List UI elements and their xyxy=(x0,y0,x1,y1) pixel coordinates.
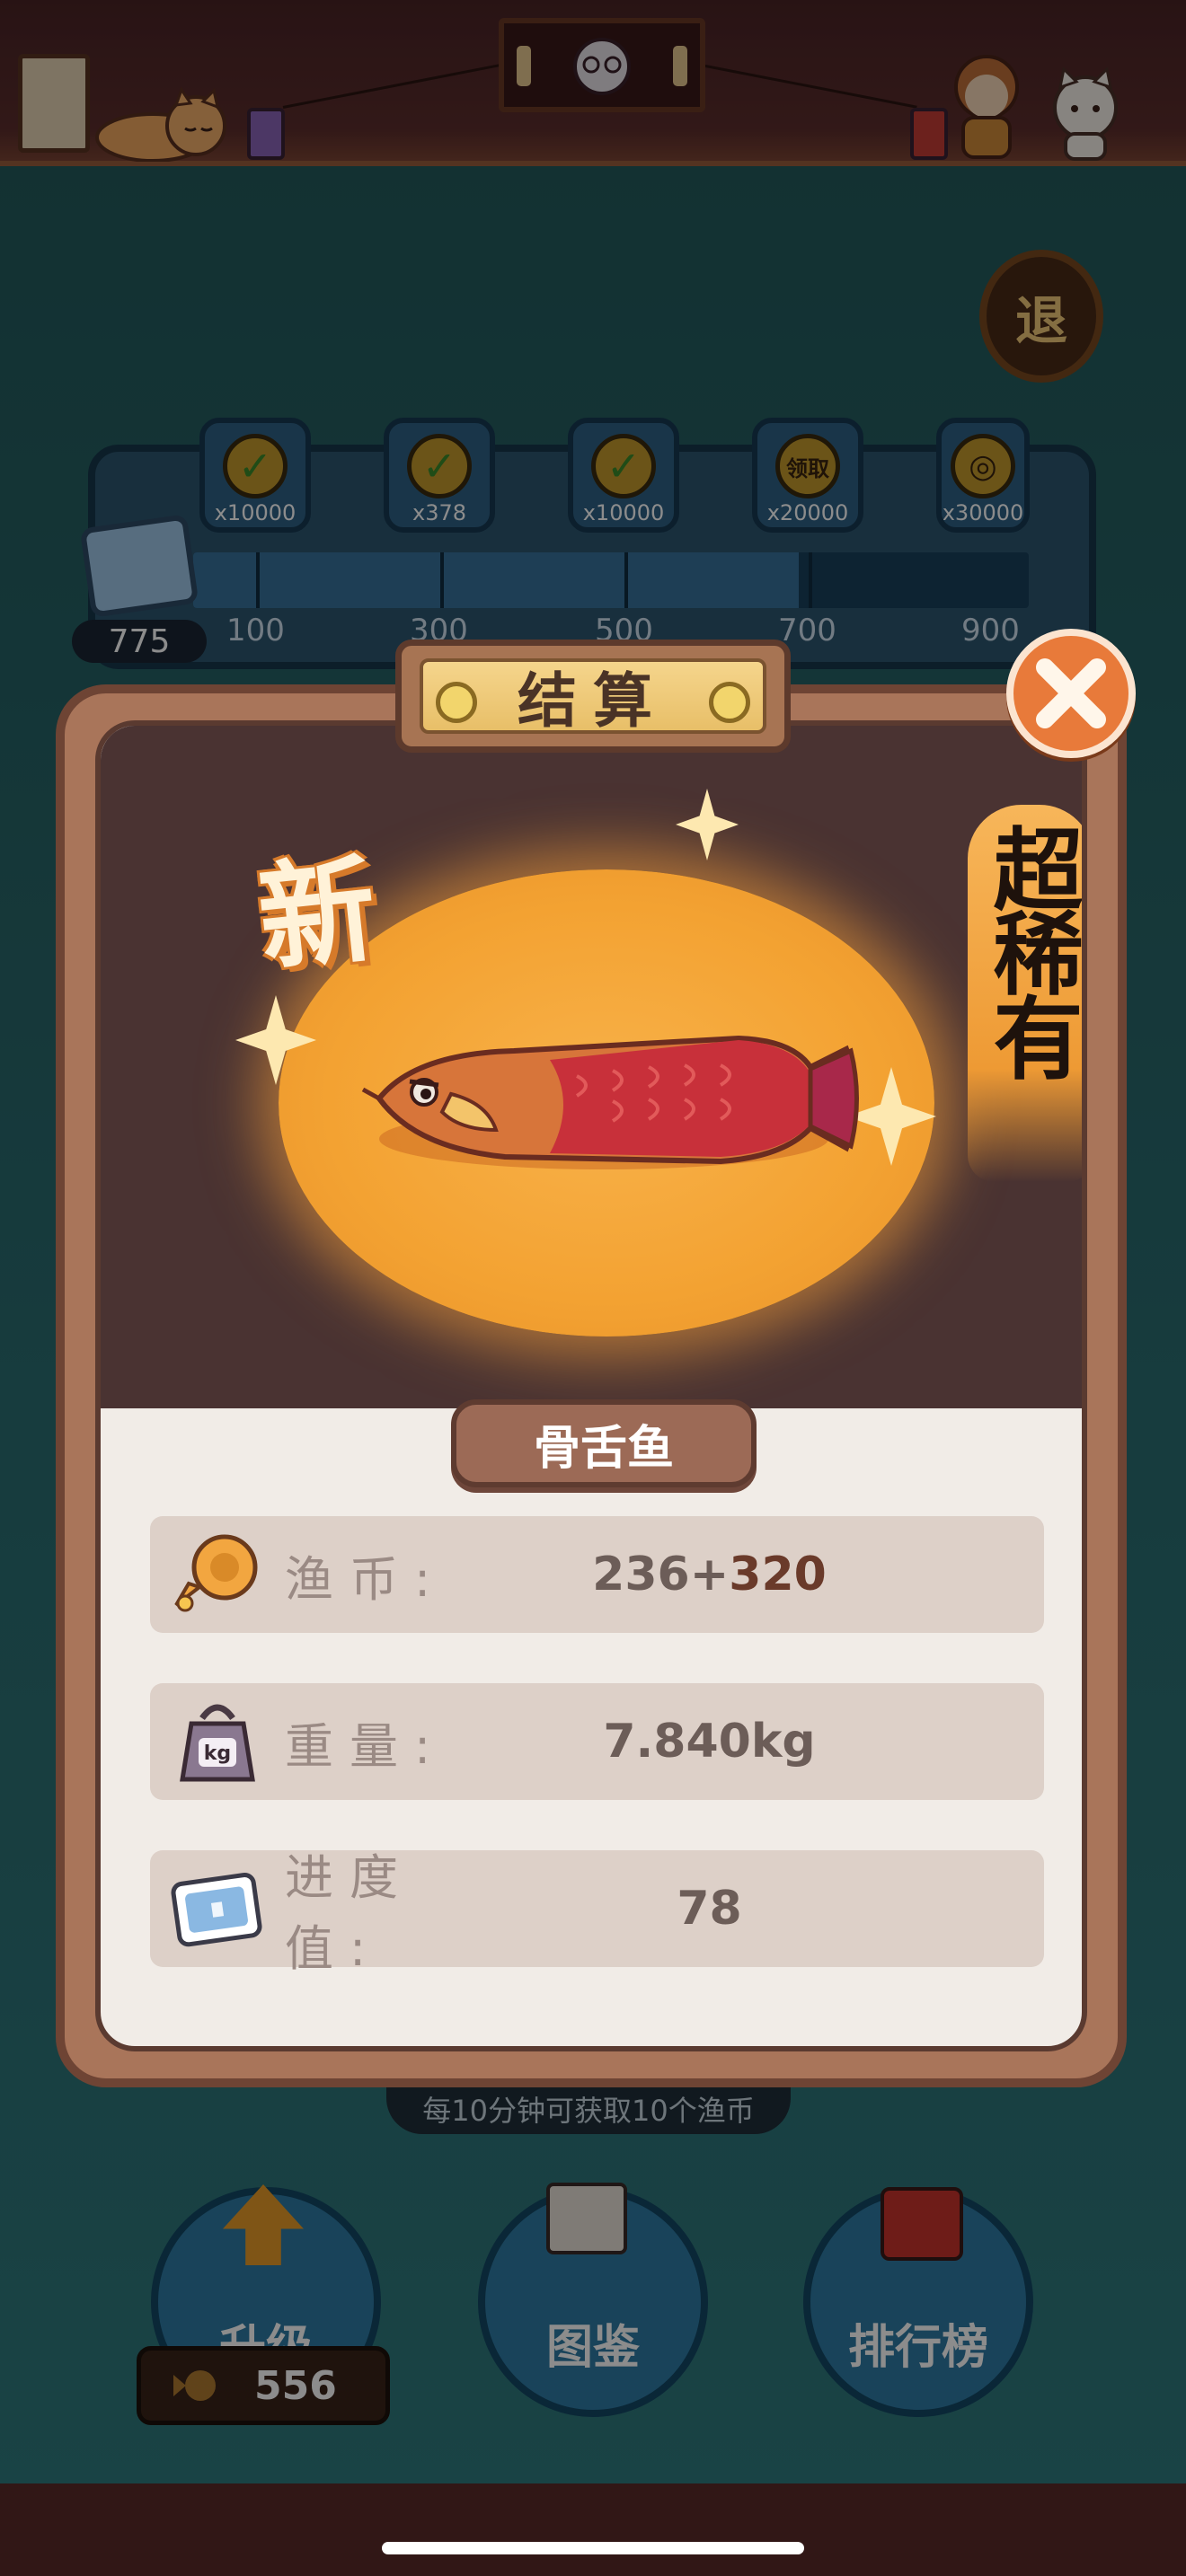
result-modal: 新 超稀有 骨舌鱼 渔币: 236+320 kg 重量: 7.840kg 进度值… xyxy=(56,684,1127,2087)
arowana-fish-image xyxy=(361,1035,859,1169)
coin-ornament-icon xyxy=(709,682,750,723)
home-indicator[interactable] xyxy=(382,2542,804,2554)
fish-name-plate: 骨舌鱼 xyxy=(451,1399,757,1487)
stat-label: 渔币: xyxy=(285,1550,447,1608)
new-badge: 新 xyxy=(252,839,383,989)
stat-base-value: 236+ xyxy=(592,1548,730,1601)
coin-ornament-icon xyxy=(436,682,477,723)
modal-title-banner: 结算 xyxy=(395,640,791,753)
stat-value: 236+320 xyxy=(509,1548,1044,1601)
stat-row-weight: kg 重量: 7.840kg xyxy=(150,1683,1044,1800)
stat-row-progress: 进度值: 78 xyxy=(150,1849,1044,1977)
progress-card-icon xyxy=(171,1873,262,1947)
result-modal-content: 新 超稀有 骨舌鱼 渔币: 236+320 kg 重量: 7.840kg 进度值… xyxy=(95,720,1087,2051)
stat-label: 重量: xyxy=(285,1717,447,1775)
stat-value: 78 xyxy=(677,1882,742,1936)
kg-weight-icon: kg xyxy=(180,1704,255,1782)
rarity-text: 超稀有 xyxy=(978,823,1084,1076)
modal-title: 结算 xyxy=(518,666,668,736)
stat-value: 7.840kg xyxy=(603,1715,816,1769)
sparkle-icon xyxy=(676,789,739,860)
rarity-badge: 超稀有 xyxy=(968,805,1084,1182)
close-button[interactable] xyxy=(1006,629,1136,758)
fish-showcase: 新 超稀有 xyxy=(101,726,1082,1408)
stat-bonus-value: 320 xyxy=(729,1548,827,1601)
stat-row-coins: 渔币: 236+320 xyxy=(150,1516,1044,1633)
svg-text:kg: kg xyxy=(204,1742,231,1765)
stat-label: 进度值: xyxy=(285,1849,414,1977)
fish-coin-icon xyxy=(174,1534,258,1612)
close-icon xyxy=(1036,658,1106,728)
